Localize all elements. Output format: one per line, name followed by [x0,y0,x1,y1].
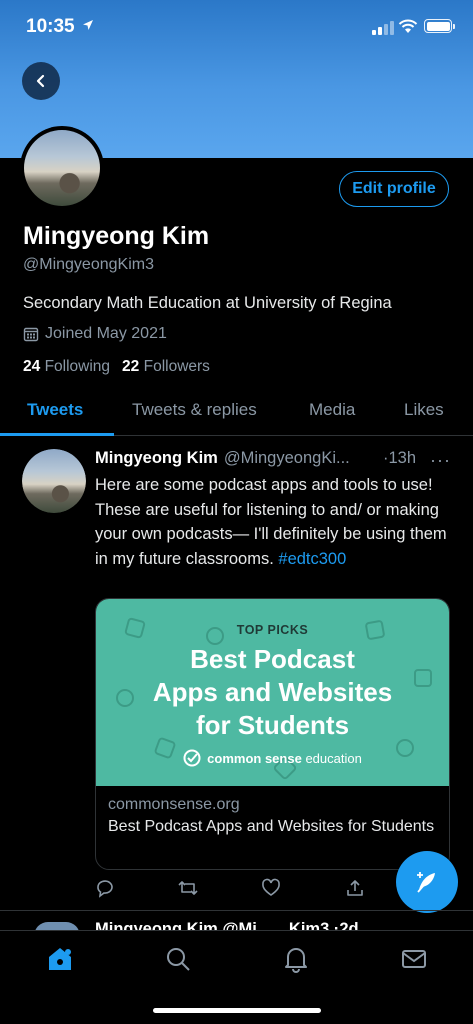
card-domain: commonsense.org [108,796,240,813]
notifications-icon[interactable] [282,945,310,973]
tweet-text: Here are some podcast apps and tools to … [95,473,450,571]
link-card-image: TOP PICKS Best Podcast Apps and Websites… [96,599,449,786]
tweet-hashtag[interactable]: #edtc300 [278,550,346,568]
tab-likes[interactable]: Likes [404,400,444,420]
profile-tabs: Tweets Tweets & replies Media Likes [0,386,473,436]
followers-link[interactable]: 22 Followers [122,358,210,376]
joined-label: Joined May 2021 [45,325,167,342]
more-options-icon[interactable]: ··· [430,450,451,471]
like-icon[interactable] [261,878,281,898]
location-arrow-icon [83,20,93,30]
cellular-signal-icon [372,21,394,35]
home-icon[interactable] [46,945,74,973]
status-time: 10:35 [26,16,75,37]
tweet-handle: @MingyeongKi... [223,449,350,467]
reply-icon[interactable] [95,878,115,898]
check-circle-icon [183,749,201,767]
home-indicator [153,1008,321,1013]
following-label: Following [44,358,111,375]
card-headline-line: for Students [195,710,350,740]
card-description: Best Podcast Apps and Websites for Stude… [108,818,435,835]
battery-icon [424,19,455,33]
tweet-body: Here are some podcast apps and tools to … [95,476,447,568]
card-headline-line: Best Podcast [190,644,355,674]
edit-profile-button[interactable]: Edit profile [339,171,449,207]
common-sense-logo: common sense education [96,749,449,767]
followers-label: Followers [143,358,210,375]
back-arrow-icon [36,74,45,88]
card-headline-line: Apps and Websites [152,677,393,707]
link-card[interactable]: TOP PICKS Best Podcast Apps and Websites… [95,598,450,870]
card-headline: Best Podcast Apps and Websites for Stude… [96,643,449,742]
calendar-icon [23,327,39,342]
active-tab-indicator [0,433,114,436]
tweet-actions [95,878,395,900]
profile-bio: Secondary Math Education at University o… [23,294,392,312]
wifi-icon [398,19,418,33]
brand-bold: common sense [207,750,302,766]
profile-name: Mingyeong Kim [23,222,210,250]
share-icon[interactable] [345,878,365,898]
tweet-avatar[interactable] [22,449,86,513]
following-link[interactable]: 24 Following [23,358,110,376]
following-count: 24 [23,358,41,375]
followers-count: 22 [122,358,140,375]
profile-avatar[interactable] [20,126,104,210]
follow-stats: 24 Following 22 Followers [23,358,210,376]
card-top-label: TOP PICKS [236,623,309,637]
messages-icon[interactable] [400,945,428,973]
tweet-time: ·13h [383,449,417,467]
tab-media[interactable]: Media [309,400,355,420]
compose-tweet-button[interactable] [396,851,458,913]
back-button[interactable] [22,62,60,100]
tab-tweets[interactable]: Tweets [27,400,83,420]
joined-date: Joined May 2021 [23,325,167,343]
profile-handle: @MingyeongKim3 [23,256,154,273]
tab-tweets-replies[interactable]: Tweets & replies [132,400,257,420]
tweet-divider [0,910,473,911]
search-icon[interactable] [164,945,192,973]
brand-light: education [305,750,362,766]
tweet-author[interactable]: Mingyeong Kim [95,449,218,467]
compose-icon [417,872,435,893]
tweet-header: Mingyeong Kim @MingyeongKi... ·13h [95,449,455,468]
retweet-icon[interactable] [177,878,199,898]
